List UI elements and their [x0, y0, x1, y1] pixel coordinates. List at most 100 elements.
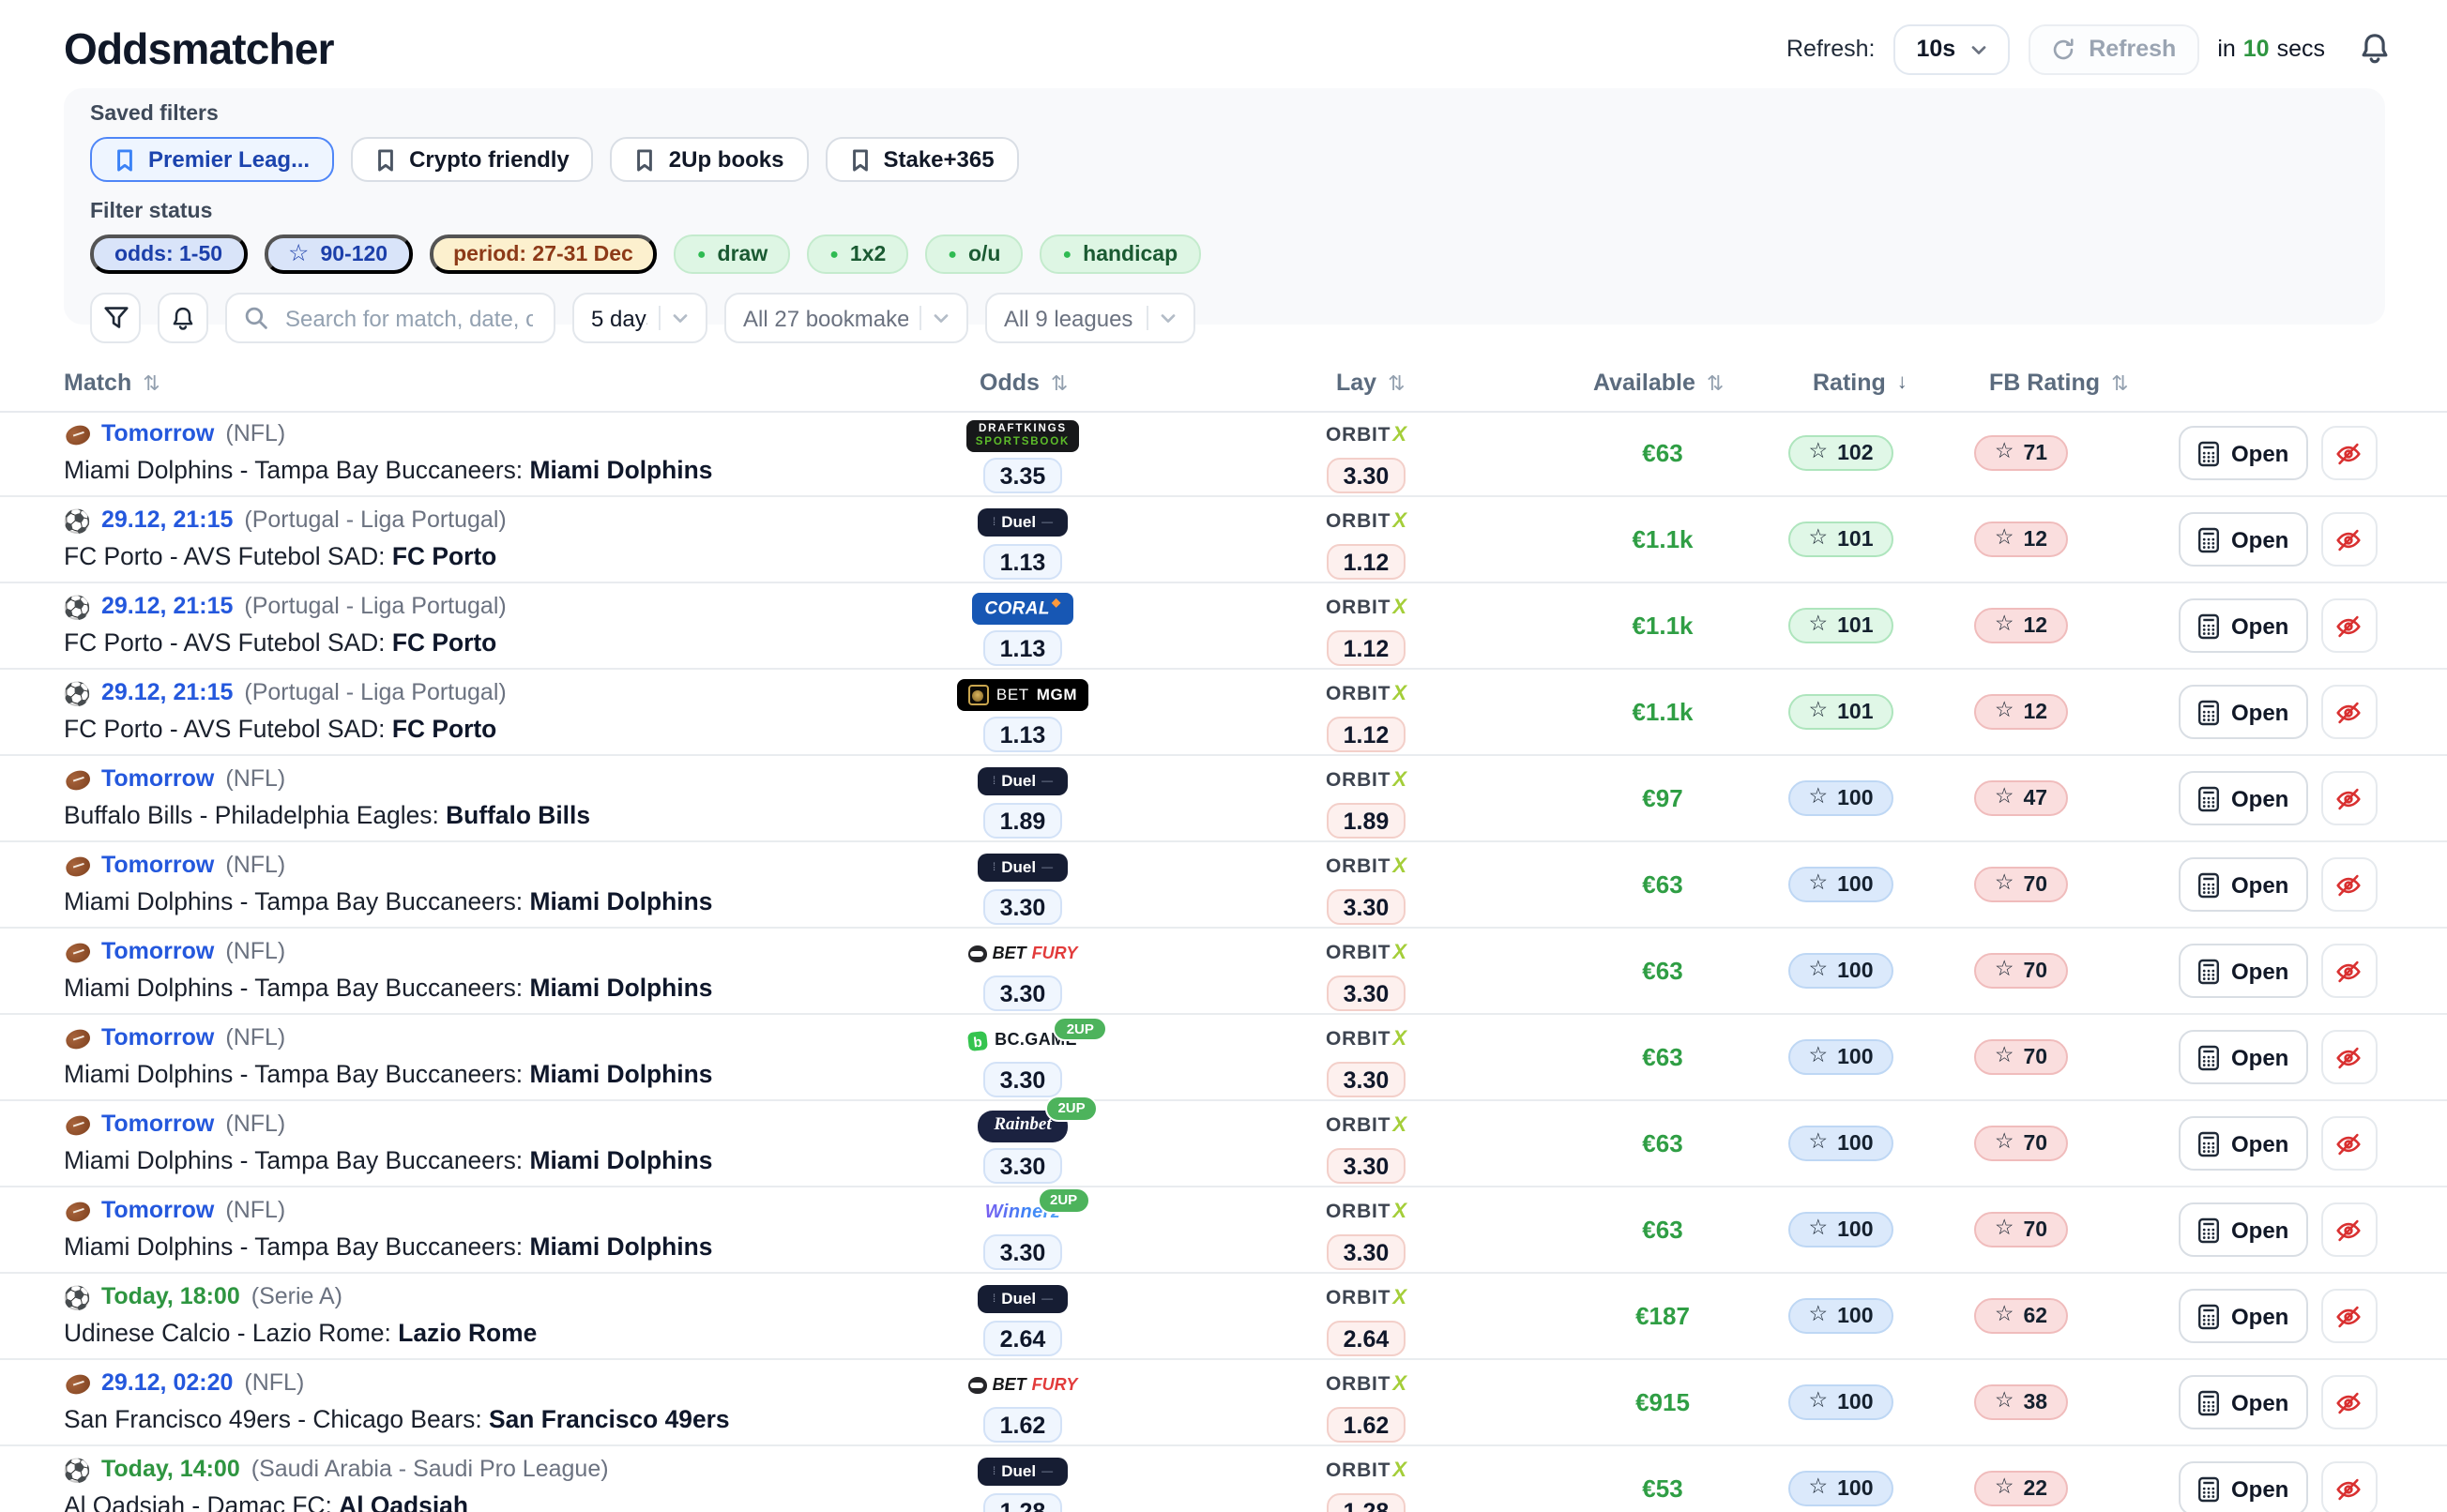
- fb-rating-badge: ☆12: [1974, 522, 2068, 557]
- search-input[interactable]: [281, 303, 537, 333]
- search-box[interactable]: [225, 293, 555, 343]
- hide-match-button[interactable]: [2320, 944, 2377, 998]
- hide-match-button[interactable]: [2320, 1289, 2377, 1343]
- sort-icon[interactable]: ⇅: [1707, 370, 1724, 395]
- column-header-odds[interactable]: Odds⇅: [980, 370, 1068, 396]
- lay-cell: ORBITX3.30: [1272, 929, 1460, 1013]
- days-select[interactable]: 5 days: [572, 293, 707, 343]
- column-header-available[interactable]: Available⇅: [1593, 370, 1724, 396]
- bookmakers-select[interactable]: All 27 bookmakers: [724, 293, 968, 343]
- match-date-link[interactable]: 29.12, 21:15: [101, 679, 233, 707]
- match-date-link[interactable]: 29.12, 02:20: [101, 1369, 233, 1398]
- match-date-link[interactable]: Tomorrow: [101, 852, 214, 880]
- match-teams: Miami Dolphins - Tampa Bay Buccaneers: M…: [64, 974, 712, 1002]
- match-date-link[interactable]: Today, 14:00: [101, 1456, 240, 1484]
- match-date-link[interactable]: Tomorrow: [101, 765, 214, 794]
- open-calculator-button[interactable]: Open: [2179, 598, 2307, 653]
- bookmaker-logo-row: BETFURY: [929, 936, 1117, 972]
- star-icon: ☆: [1995, 443, 2014, 464]
- sort-icon[interactable]: ⇅: [2111, 370, 2128, 395]
- fb-rating-cell: ☆70: [1927, 1187, 2115, 1272]
- saved-filter-2up-books[interactable]: 2Up books: [611, 137, 809, 182]
- open-calculator-button[interactable]: Open: [2179, 426, 2307, 480]
- open-calculator-button[interactable]: Open: [2179, 1116, 2307, 1171]
- hide-match-button[interactable]: [2320, 857, 2377, 912]
- match-date-link[interactable]: Tomorrow: [101, 1024, 214, 1052]
- open-calculator-button[interactable]: Open: [2179, 771, 2307, 825]
- notifications-bell-icon[interactable]: [2359, 32, 2391, 66]
- hide-match-button[interactable]: [2320, 598, 2377, 653]
- open-calculator-button[interactable]: Open: [2179, 944, 2307, 998]
- sort-icon[interactable]: ⇅: [1051, 370, 1068, 395]
- column-header-fb-rating[interactable]: FB Rating⇅: [1989, 370, 2129, 396]
- open-calculator-button[interactable]: Open: [2179, 512, 2307, 567]
- match-meta: Tomorrow(NFL): [64, 852, 712, 880]
- match-date-link[interactable]: Tomorrow: [101, 1197, 214, 1225]
- saved-filter-crypto-friendly[interactable]: Crypto friendly: [351, 137, 594, 182]
- open-calculator-button[interactable]: Open: [2179, 1461, 2307, 1512]
- open-button-label: Open: [2231, 1303, 2288, 1329]
- table-row: ⚽29.12, 21:15(Portugal - Liga Portugal)F…: [0, 583, 2447, 670]
- status-chip-90-120[interactable]: ☆90-120: [264, 234, 412, 274]
- status-chip-1x2[interactable]: ●1x2: [807, 234, 908, 274]
- open-calculator-button[interactable]: Open: [2179, 1202, 2307, 1257]
- column-header-lay[interactable]: Lay⇅: [1336, 370, 1406, 396]
- countdown-value: 10: [2243, 36, 2270, 62]
- hide-match-button[interactable]: [2320, 1461, 2377, 1512]
- saved-filter-stake-365[interactable]: Stake+365: [825, 137, 1018, 182]
- sort-icon[interactable]: ⇅: [1388, 370, 1405, 395]
- leagues-select[interactable]: All 9 leagues: [985, 293, 1195, 343]
- status-chip-handicap[interactable]: ●handicap: [1040, 234, 1200, 274]
- match-date-link[interactable]: 29.12, 21:15: [101, 507, 233, 535]
- status-chip-period-27-31-dec[interactable]: period: 27-31 Dec: [429, 234, 658, 274]
- open-calculator-button[interactable]: Open: [2179, 1030, 2307, 1084]
- alerts-bell-button[interactable]: [158, 293, 208, 343]
- back-odds-value: 3.30: [983, 1062, 1062, 1097]
- status-chip-o-u[interactable]: ●o/u: [925, 234, 1023, 274]
- match-date-link[interactable]: Tomorrow: [101, 1111, 214, 1139]
- match-cell: Tomorrow(NFL)Miami Dolphins - Tampa Bay …: [64, 1111, 712, 1174]
- rating-value: 100: [1837, 787, 1873, 809]
- sort-desc-icon[interactable]: ↓: [1897, 371, 1907, 394]
- match-date-link[interactable]: Tomorrow: [101, 938, 214, 966]
- hide-match-button[interactable]: [2320, 426, 2377, 480]
- status-chip-odds-1-50[interactable]: odds: 1-50: [90, 234, 247, 274]
- match-date-link[interactable]: Today, 18:00: [101, 1283, 240, 1311]
- refresh-button[interactable]: Refresh: [2029, 23, 2198, 74]
- hide-match-button[interactable]: [2320, 685, 2377, 739]
- bookmark-icon: [114, 147, 135, 172]
- hide-match-button[interactable]: [2320, 1375, 2377, 1429]
- hide-match-button[interactable]: [2320, 1202, 2377, 1257]
- rating-badge: ☆101: [1788, 522, 1894, 557]
- fb-rating-value: 70: [2024, 1046, 2048, 1068]
- match-date-link[interactable]: Tomorrow: [101, 420, 214, 448]
- hide-match-button[interactable]: [2320, 512, 2377, 567]
- status-chip-draw[interactable]: ●draw: [675, 234, 790, 274]
- actions-cell: Open: [2179, 756, 2377, 840]
- open-calculator-button[interactable]: Open: [2179, 1289, 2307, 1343]
- open-calculator-button[interactable]: Open: [2179, 1375, 2307, 1429]
- hide-match-button[interactable]: [2320, 1030, 2377, 1084]
- fb-rating-badge: ☆70: [1974, 953, 2068, 989]
- match-teams: FC Porto - AVS Futebol SAD: FC Porto: [64, 628, 507, 657]
- lay-odds-value: 3.30: [1327, 458, 1406, 493]
- sort-icon[interactable]: ⇅: [143, 370, 160, 395]
- open-calculator-button[interactable]: Open: [2179, 685, 2307, 739]
- rating-badge: ☆100: [1788, 1298, 1894, 1334]
- match-date-link[interactable]: 29.12, 21:15: [101, 593, 233, 621]
- match-selection: Miami Dolphins: [529, 1060, 712, 1088]
- match-selection: San Francisco 49ers: [489, 1405, 730, 1433]
- american-football-icon: [64, 1030, 90, 1048]
- column-header-rating[interactable]: Rating↓: [1813, 370, 1907, 396]
- hide-match-button[interactable]: [2320, 1116, 2377, 1171]
- filter-funnel-button[interactable]: [90, 293, 141, 343]
- refresh-controls: Refresh: 10s Refresh in 10 secs: [1786, 23, 2391, 74]
- saved-filter-premier-leag[interactable]: Premier Leag...: [90, 137, 334, 182]
- hide-match-button[interactable]: [2320, 771, 2377, 825]
- refresh-interval-select[interactable]: 10s: [1894, 23, 2011, 74]
- match-teams: FC Porto - AVS Futebol SAD: FC Porto: [64, 715, 507, 743]
- column-header-match[interactable]: Match⇅: [64, 370, 160, 396]
- calculator-icon: [2197, 785, 2220, 811]
- open-calculator-button[interactable]: Open: [2179, 857, 2307, 912]
- lay-cell: ORBITX1.28: [1272, 1446, 1460, 1512]
